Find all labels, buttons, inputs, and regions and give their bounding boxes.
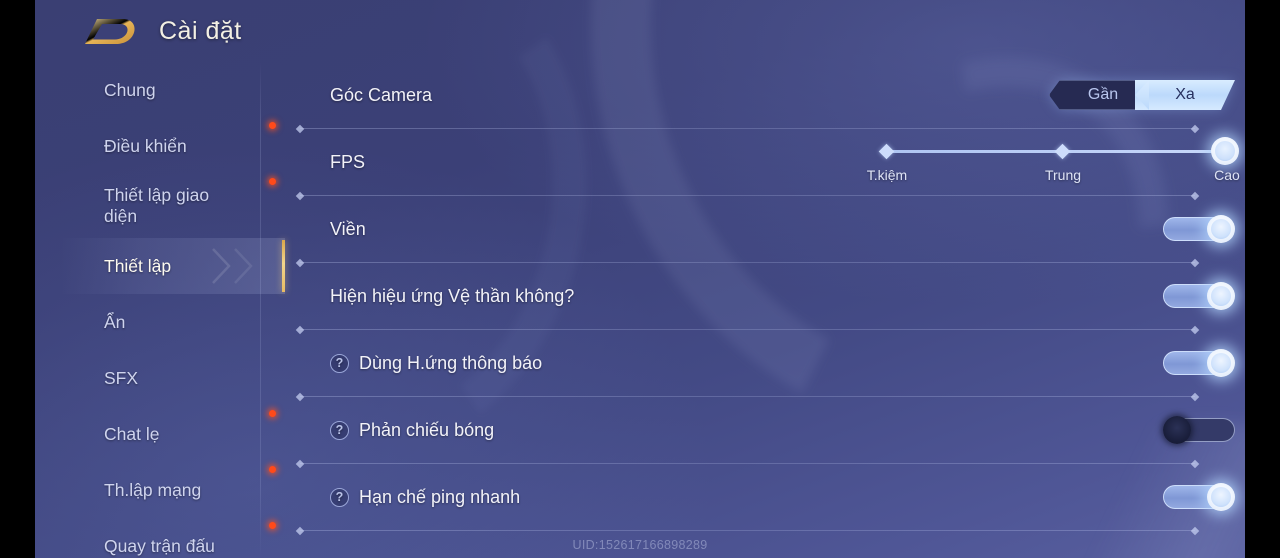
- setting-label: Phản chiếu bóng: [359, 419, 495, 440]
- setting-label: Góc Camera: [330, 84, 433, 105]
- setting-row-vien: Viền: [295, 196, 1245, 262]
- notification-dot-icon: [269, 466, 276, 473]
- slider-stop-tkiem[interactable]: [878, 143, 895, 160]
- question-mark-icon[interactable]: ?: [330, 420, 349, 440]
- sidebar-item-label: Thiết lập giao diện: [104, 185, 210, 226]
- toggle-knob[interactable]: [1207, 215, 1235, 243]
- sidebar-item-label: Điều khiển: [104, 135, 187, 156]
- row-divider: [300, 530, 1195, 531]
- header: Cài đặt: [35, 0, 1245, 62]
- sidebar-item-chat-le[interactable]: Chat lẹ: [60, 406, 285, 462]
- slider-label-trung: Trung: [1044, 167, 1082, 183]
- toggle-knob[interactable]: [1207, 349, 1235, 377]
- segment-option-xa[interactable]: Xa: [1135, 80, 1235, 110]
- page-title: Cài đặt: [159, 16, 242, 45]
- setting-label: FPS: [330, 151, 366, 172]
- chevron-watermark-icon: [212, 248, 253, 284]
- vien-toggle[interactable]: [1163, 215, 1235, 243]
- sidebar-divider: [260, 62, 261, 558]
- sidebar-item-thiet-lap-giao-dien[interactable]: Thiết lập giao diện: [60, 174, 285, 238]
- slider-label-tkiem: T.kiệm: [866, 167, 908, 183]
- setting-label-wrap: ? Phản chiếu bóng: [330, 420, 494, 441]
- setting-row-hung-thong-bao: ? Dùng H.ứng thông báo: [295, 330, 1245, 396]
- ve-than-effect-toggle[interactable]: [1163, 282, 1235, 310]
- segment-option-gan[interactable]: Gần: [1049, 80, 1149, 110]
- sidebar-item-dieu-khien[interactable]: Điều khiển: [60, 118, 285, 174]
- notification-dot-icon: [269, 522, 276, 529]
- toggle-knob[interactable]: [1163, 416, 1191, 444]
- sidebar-item-label: SFX: [104, 367, 139, 388]
- question-mark-icon[interactable]: ?: [330, 353, 349, 373]
- slider-knob[interactable]: [1211, 137, 1239, 165]
- notification-dot-icon: [269, 178, 276, 185]
- notification-effect-toggle[interactable]: [1163, 349, 1235, 377]
- notification-dot-icon: [269, 410, 276, 417]
- sidebar: Chung Điều khiển Thiết lập giao diện Thi…: [60, 62, 285, 558]
- sidebar-item-thiet-lap[interactable]: Thiết lập: [60, 238, 285, 294]
- setting-label: Dùng H.ứng thông báo: [359, 352, 543, 373]
- setting-row-phan-chieu-bong: ? Phản chiếu bóng: [295, 397, 1245, 463]
- sidebar-item-label: Thiết lập: [104, 255, 172, 276]
- setting-label: Hiện hiệu ứng Vệ thần không?: [330, 285, 575, 306]
- camera-angle-segmented-control[interactable]: Gần Xa: [1049, 80, 1235, 110]
- ping-limit-toggle[interactable]: [1163, 483, 1235, 511]
- notification-dot-icon: [269, 122, 276, 129]
- sidebar-item-label: Chat lẹ: [104, 423, 160, 444]
- sidebar-item-label: Th.lập mạng: [104, 479, 202, 500]
- sidebar-item-th-lap-mang[interactable]: Th.lập mạng: [60, 462, 285, 518]
- setting-row-han-che-ping-nhanh: ? Hạn chế ping nhanh: [295, 464, 1245, 530]
- setting-row-goc-camera: Góc Camera Gần Xa: [295, 62, 1245, 128]
- setting-row-fps: FPS T.kiệm Trung Cao: [295, 129, 1245, 195]
- sidebar-item-chung[interactable]: Chung: [60, 62, 285, 118]
- sidebar-item-an[interactable]: Ẩn: [60, 294, 285, 350]
- dzogame-blade-logo-icon: [85, 19, 135, 44]
- setting-row-hieu-ung-ve-than: Hiện hiệu ứng Vệ thần không?: [295, 263, 1245, 329]
- fps-slider[interactable]: T.kiệm Trung Cao: [866, 136, 1240, 188]
- setting-label-wrap: ? Dùng H.ứng thông báo: [330, 353, 542, 374]
- question-mark-icon[interactable]: ?: [330, 487, 349, 507]
- app-window: Cài đặt Chung Điều khiển Thiết lập giao …: [35, 0, 1245, 558]
- settings-list: Góc Camera Gần Xa FPS T.kiệm Trung Cao V…: [295, 62, 1245, 558]
- uid-text: UID:152617166898289: [572, 538, 708, 552]
- sidebar-item-label: Chung: [104, 79, 156, 100]
- slider-label-cao: Cao: [1214, 167, 1240, 183]
- shadow-reflection-toggle[interactable]: [1163, 416, 1235, 444]
- slider-stop-trung[interactable]: [1054, 143, 1071, 160]
- sidebar-item-sfx[interactable]: SFX: [60, 350, 285, 406]
- setting-label: Hạn chế ping nhanh: [359, 486, 521, 507]
- screen: Cài đặt Chung Điều khiển Thiết lập giao …: [0, 0, 1280, 558]
- setting-label: Viền: [330, 218, 366, 239]
- toggle-knob[interactable]: [1207, 282, 1235, 310]
- setting-label-wrap: ? Hạn chế ping nhanh: [330, 487, 520, 508]
- sidebar-item-label: Ẩn: [104, 311, 126, 332]
- toggle-knob[interactable]: [1207, 483, 1235, 511]
